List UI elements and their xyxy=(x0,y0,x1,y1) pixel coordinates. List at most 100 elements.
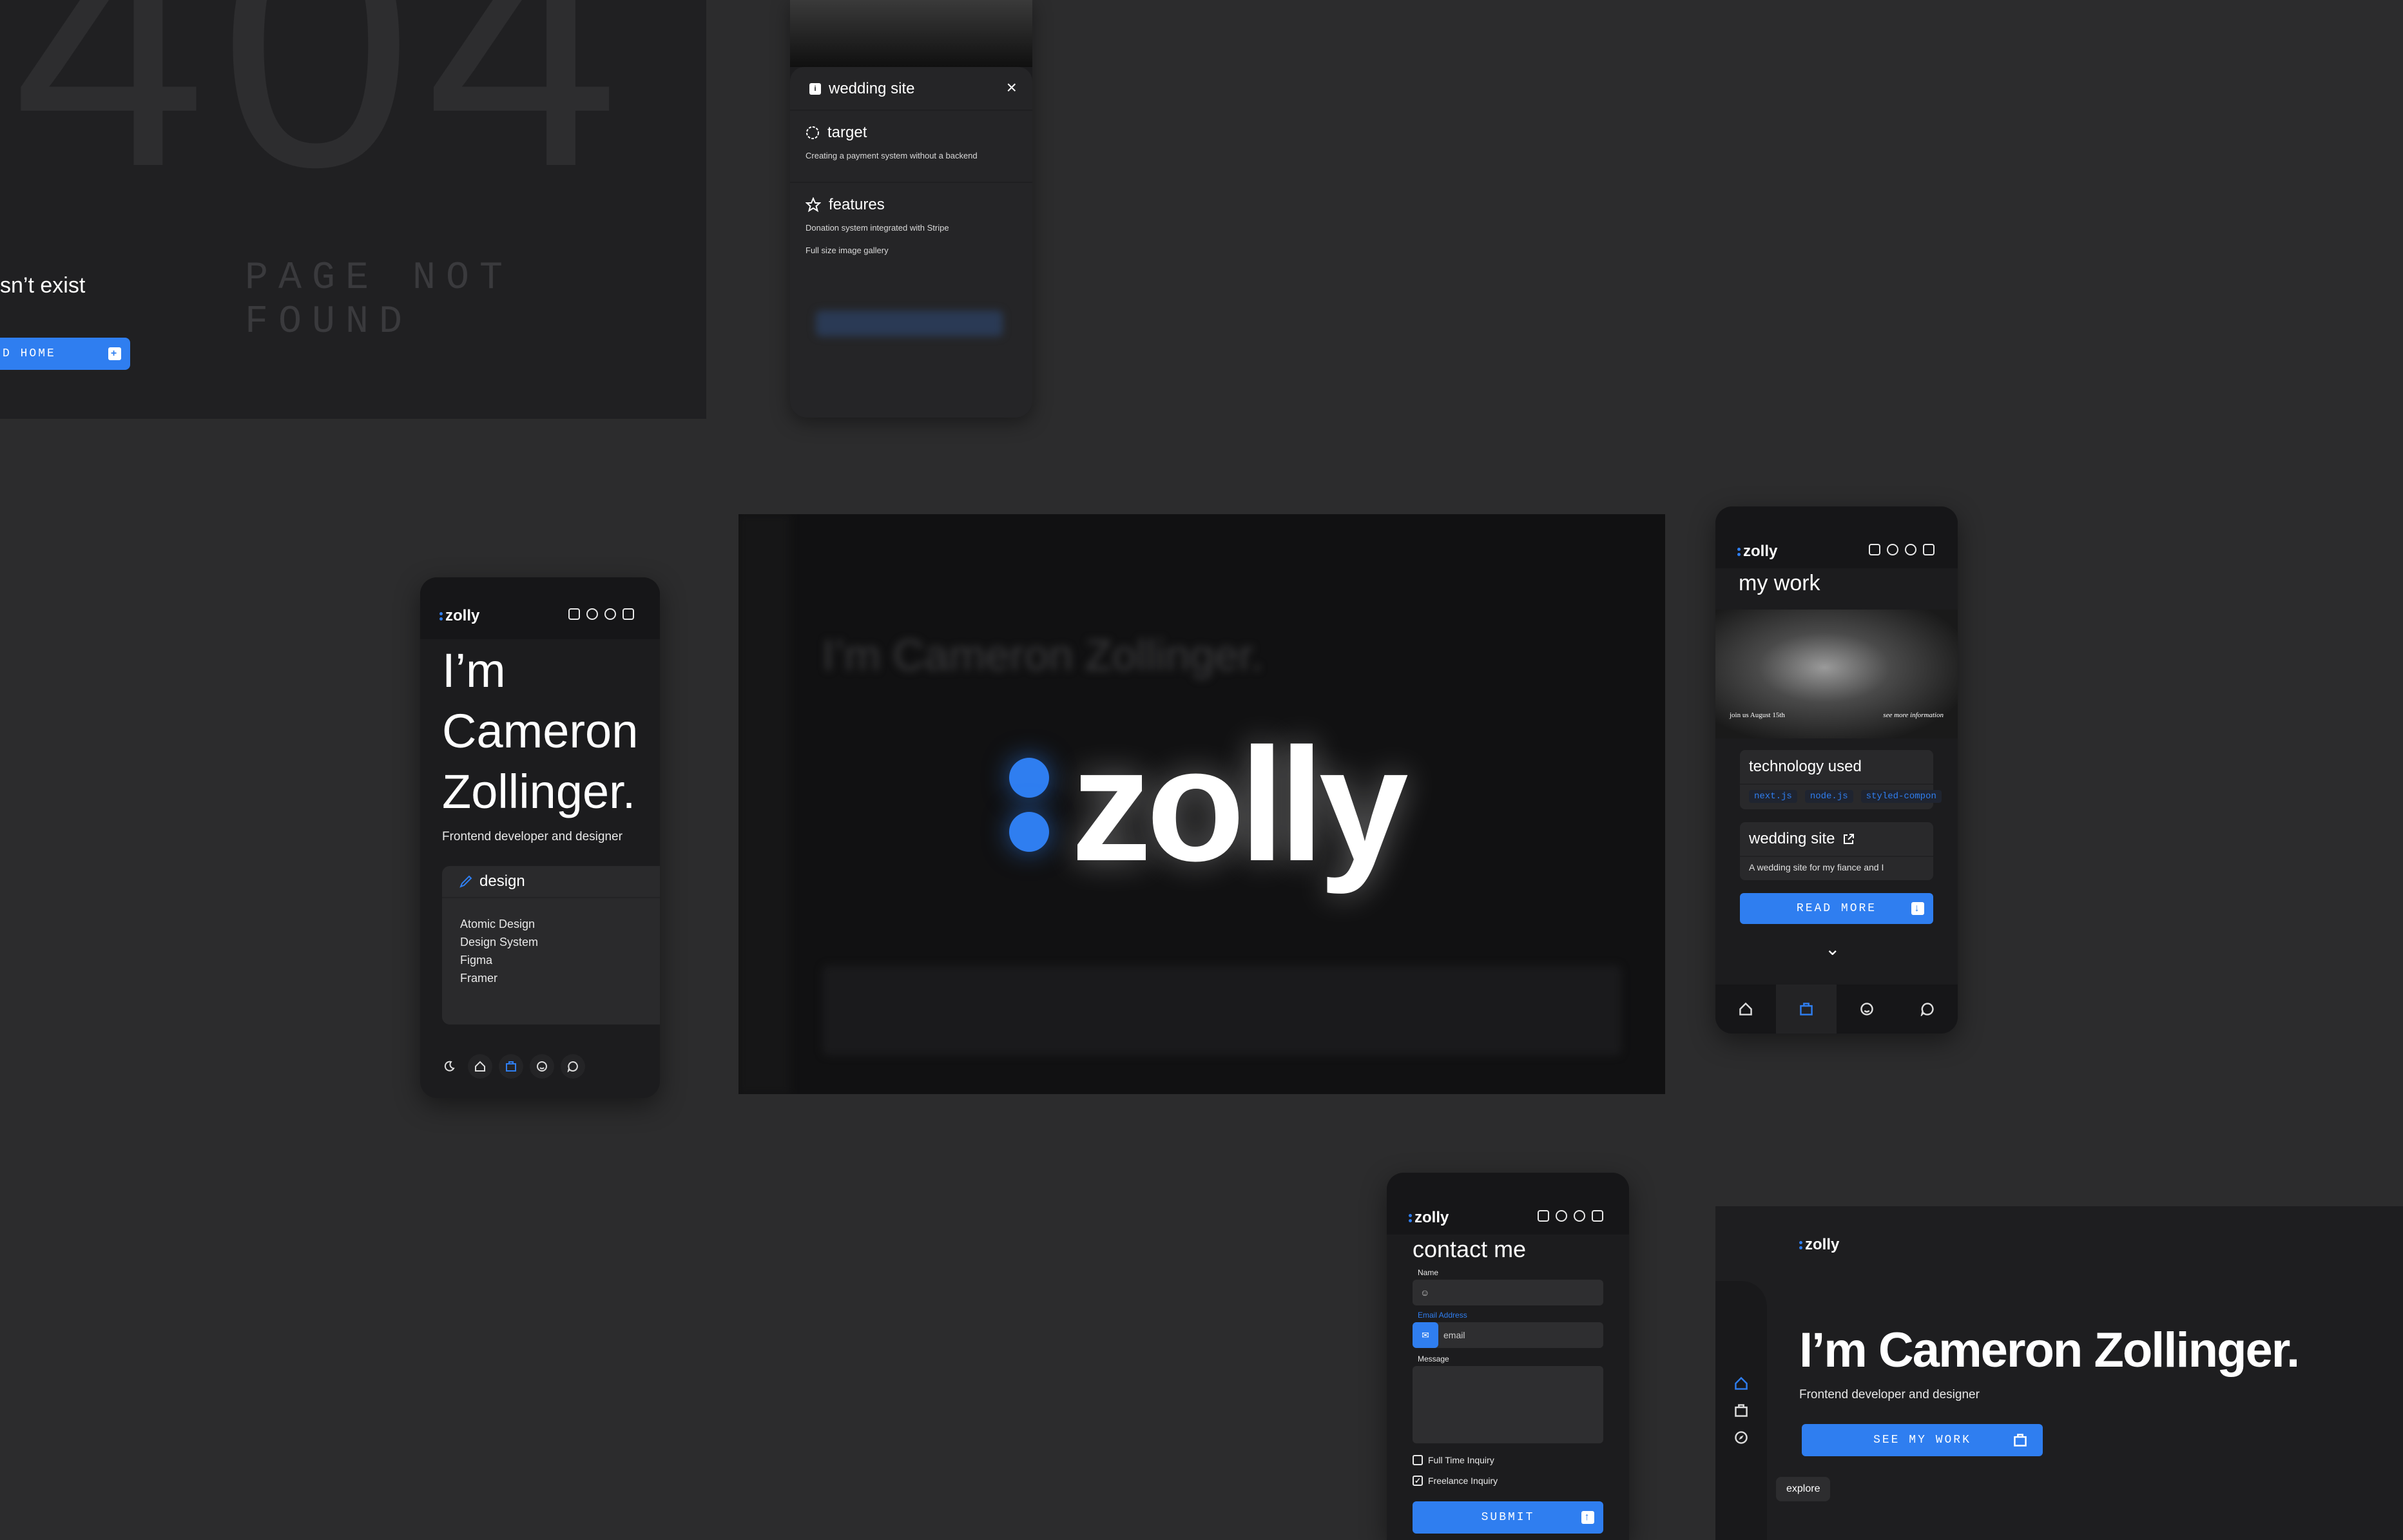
compass-icon[interactable] xyxy=(1734,1430,1748,1445)
modal-sheet: i wedding site × target Creating a payme… xyxy=(790,67,1032,418)
submit-label: SUBMIT xyxy=(1481,1511,1535,1524)
figma-icon[interactable] xyxy=(1592,1210,1603,1222)
feature-item: Donation system integrated with Stripe xyxy=(806,223,949,233)
linkedin-icon[interactable] xyxy=(1869,544,1880,555)
tech-card-title: technology used xyxy=(1749,758,1862,775)
chat-icon[interactable] xyxy=(561,1054,585,1079)
plus-icon: + xyxy=(108,347,121,360)
skill-list: Atomic Design Design System Figma Framer xyxy=(460,915,538,987)
briefcase-icon xyxy=(2014,1434,2027,1447)
target-title: target xyxy=(827,124,867,141)
mobile-work-screen: zolly my work join us August 15th see mo… xyxy=(1715,506,1958,1034)
features-section: features Donation system integrated with… xyxy=(790,182,1032,281)
figma-icon[interactable] xyxy=(1923,544,1935,555)
dribbble-icon[interactable] xyxy=(1574,1210,1585,1222)
project-photo xyxy=(790,0,1032,67)
features-heading: features xyxy=(806,196,1017,214)
see-my-work-button[interactable]: SEE MY WORK xyxy=(1802,1424,2043,1456)
skill-card: design Atomic Design Design System Figma… xyxy=(442,866,660,1025)
project-image[interactable]: join us August 15th see more information xyxy=(1715,610,1958,738)
logo[interactable]: zolly xyxy=(1737,543,1777,561)
github-icon[interactable] xyxy=(1887,544,1898,555)
bottom-nav xyxy=(437,1054,585,1079)
not-found-message: sn’t exist xyxy=(0,273,86,298)
social-links xyxy=(1869,544,1935,555)
logo-dots-icon xyxy=(1737,547,1741,556)
logo-dots-icon xyxy=(1799,1240,1802,1249)
page-title: my work xyxy=(1739,571,1820,595)
github-icon[interactable] xyxy=(1556,1210,1567,1222)
name-field[interactable]: ☺ xyxy=(1413,1280,1603,1305)
target-icon xyxy=(806,126,819,139)
desktop-hero-screen: zolly I’m Cameron Zollinger. Frontend de… xyxy=(1715,1206,2403,1540)
email-label: Email Address xyxy=(1418,1311,1467,1320)
chevron-down-icon[interactable]: ⌄ xyxy=(1825,938,1840,959)
skill-item: Figma xyxy=(460,954,493,967)
checkbox-checked-icon: ✓ xyxy=(1413,1476,1423,1486)
page-not-found-label: PAGE NOT FOUND xyxy=(245,256,514,344)
message-label: Message xyxy=(1418,1354,1449,1363)
dribbble-icon[interactable] xyxy=(604,608,616,620)
name-label: Name xyxy=(1418,1268,1439,1277)
go-home-button[interactable]: D HOME + xyxy=(0,338,130,370)
desktop-splash-screen: I’m Cameron Zollinger. zolly xyxy=(738,514,1665,1094)
briefcase-icon[interactable] xyxy=(1734,1403,1748,1418)
home-icon[interactable] xyxy=(468,1054,492,1079)
full-time-label: Full Time Inquiry xyxy=(1428,1455,1494,1465)
logo-text: zolly xyxy=(1414,1209,1449,1226)
blurred-content-row xyxy=(822,965,1621,1055)
briefcase-icon[interactable] xyxy=(1776,985,1837,1034)
target-heading: target xyxy=(806,124,1017,142)
social-links xyxy=(1538,1210,1603,1222)
github-icon[interactable] xyxy=(586,608,598,620)
smile-icon[interactable] xyxy=(530,1054,554,1079)
checkbox-unchecked-icon xyxy=(1413,1455,1423,1465)
logo[interactable]: zolly xyxy=(1799,1236,1839,1254)
logo[interactable]: zolly xyxy=(439,607,479,625)
user-icon: ☺ xyxy=(1420,1287,1430,1298)
read-more-button[interactable]: READ MORE ↓ xyxy=(1740,893,1933,924)
email-placeholder: email xyxy=(1443,1330,1465,1340)
mail-icon: ✉ xyxy=(1413,1322,1438,1348)
freelance-label: Freelance Inquiry xyxy=(1428,1476,1498,1486)
figma-icon[interactable] xyxy=(622,608,634,620)
modal-title: wedding site xyxy=(829,80,915,97)
skill-item: Atomic Design xyxy=(460,918,536,930)
page-title: contact me xyxy=(1413,1236,1527,1262)
dribbble-icon[interactable] xyxy=(1905,544,1916,555)
mobile-contact-screen: zolly contact me Name ☺ Email Address ✉ … xyxy=(1387,1173,1629,1540)
message-field[interactable] xyxy=(1413,1366,1603,1443)
logo[interactable]: zolly xyxy=(1409,1209,1449,1227)
tech-tags: next.js node.js styled-compon xyxy=(1740,784,1942,809)
full-time-checkbox[interactable]: Full Time Inquiry xyxy=(1413,1455,1494,1465)
tech-tag: node.js xyxy=(1804,790,1853,803)
go-home-label: D HOME xyxy=(3,347,56,360)
linkedin-icon[interactable] xyxy=(1538,1210,1549,1222)
logo-dots-icon xyxy=(1409,1213,1412,1222)
chat-icon[interactable] xyxy=(1897,985,1958,1034)
error-code: 404 xyxy=(13,0,632,239)
blurred-sidebar xyxy=(738,514,790,1094)
bottom-nav xyxy=(1715,985,1958,1034)
project-card-header[interactable]: wedding site xyxy=(1740,822,1933,856)
freelance-checkbox[interactable]: ✓ Freelance Inquiry xyxy=(1413,1476,1498,1486)
close-icon[interactable]: × xyxy=(1007,77,1017,98)
send-icon: ↑ xyxy=(1581,1511,1594,1524)
side-nav xyxy=(1715,1367,1767,1445)
briefcase-icon[interactable] xyxy=(499,1054,523,1079)
skill-card-title: design xyxy=(479,872,525,890)
logo-text: zolly xyxy=(1805,1236,1840,1253)
linkedin-icon[interactable] xyxy=(568,608,580,620)
external-link-icon xyxy=(1844,834,1855,844)
home-icon[interactable] xyxy=(1734,1376,1748,1391)
email-field[interactable]: ✉ email xyxy=(1413,1322,1603,1348)
splash-logo-text: zolly xyxy=(1071,715,1409,894)
blurred-button xyxy=(816,311,1003,336)
home-icon[interactable] xyxy=(1715,985,1776,1034)
project-modal-card: i wedding site × target Creating a payme… xyxy=(790,0,1032,418)
moon-icon[interactable] xyxy=(437,1054,461,1079)
submit-button[interactable]: SUBMIT ↑ xyxy=(1413,1501,1603,1534)
hero-tagline: Frontend developer and designer xyxy=(1799,1388,1980,1401)
smile-icon[interactable] xyxy=(1837,985,1897,1034)
star-icon xyxy=(806,197,821,213)
